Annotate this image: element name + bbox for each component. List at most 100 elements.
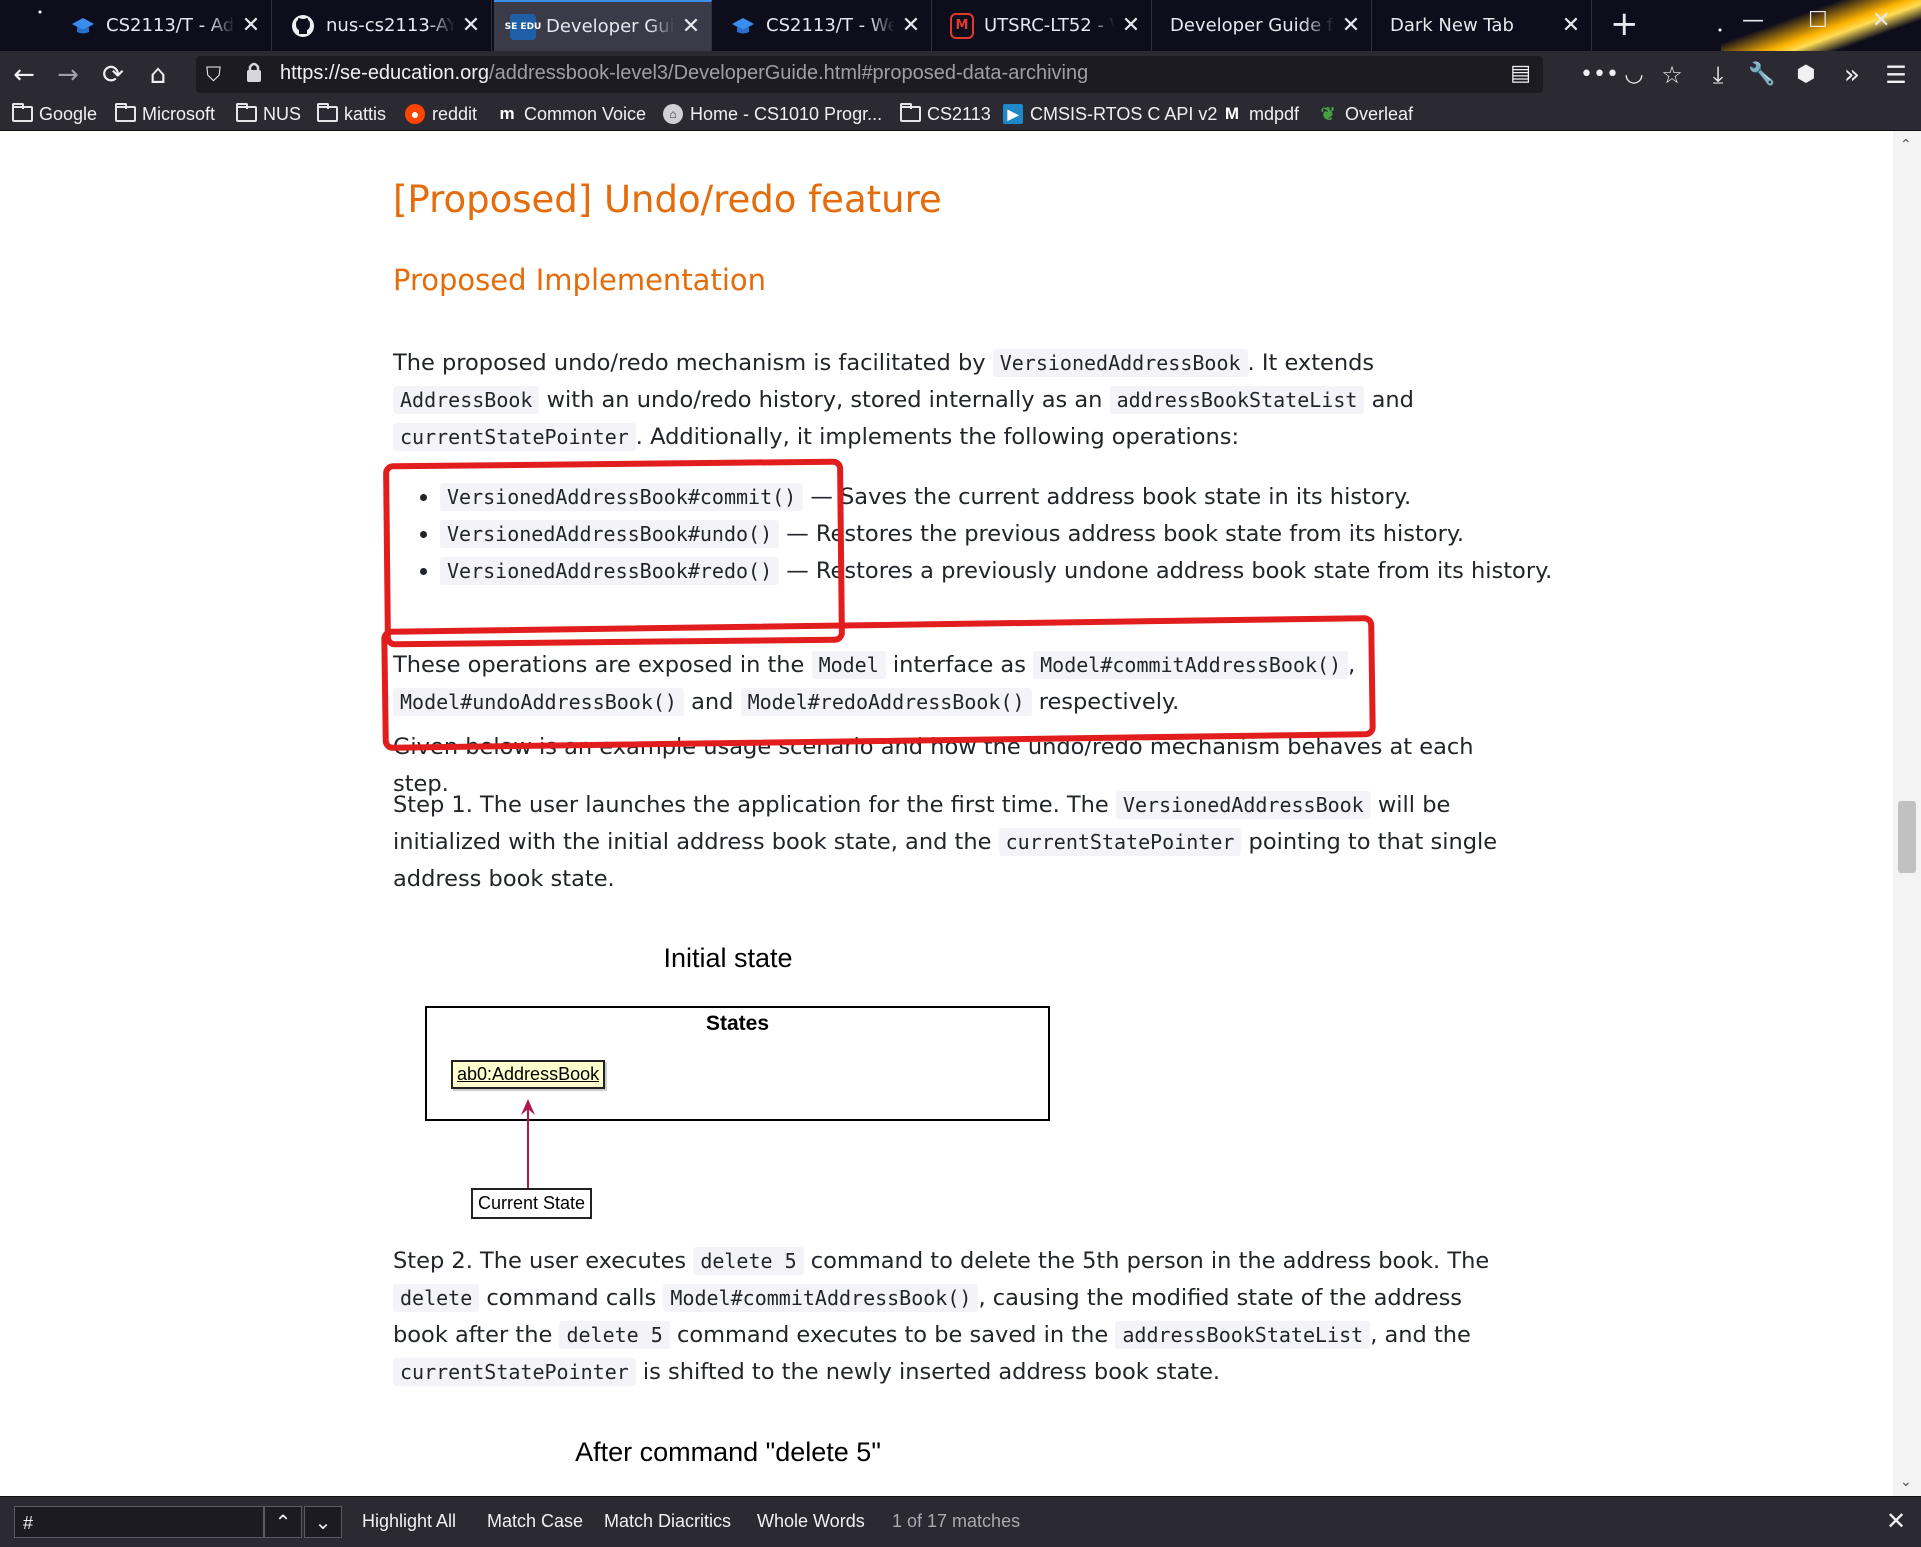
tab-github-repo[interactable]: nus-cs2113-AY2021S1 ✕ bbox=[274, 0, 492, 51]
inline-code: delete 5 bbox=[559, 1321, 670, 1349]
bookmark-star-icon[interactable]: ☆ bbox=[1654, 57, 1690, 93]
tab-title: CS2113/T - Week bbox=[766, 15, 895, 36]
close-tab-icon[interactable]: ✕ bbox=[241, 13, 261, 38]
folder-icon bbox=[115, 103, 136, 122]
section-heading: Proposed Implementation bbox=[393, 263, 767, 297]
folder-icon bbox=[12, 103, 33, 122]
match-diacritics-toggle[interactable]: Match Diacritics bbox=[604, 1511, 731, 1532]
extension-icon[interactable]: ⬢ bbox=[1788, 57, 1824, 93]
close-tab-icon[interactable]: ✕ bbox=[901, 13, 921, 38]
match-count-status: 1 of 17 matches bbox=[892, 1511, 1021, 1531]
bookmark-nus[interactable]: NUS bbox=[236, 102, 301, 126]
padlock-icon[interactable] bbox=[244, 60, 264, 88]
bookmarks-toolbar: Google Microsoft NUS kattis ● reddit m Com… bbox=[0, 98, 1921, 131]
close-tab-icon[interactable]: ✕ bbox=[681, 14, 701, 39]
close-find-bar-icon[interactable]: ✕ bbox=[1886, 1507, 1906, 1536]
whole-words-toggle[interactable]: Whole Words bbox=[757, 1511, 865, 1532]
bookmark-mdpdf[interactable]: Mmdpdf bbox=[1222, 102, 1299, 126]
back-arrow-icon[interactable]: ← bbox=[6, 57, 42, 93]
mortarboard-icon bbox=[730, 13, 756, 39]
home-site-icon: ⌂ bbox=[663, 104, 683, 124]
inline-code: delete bbox=[393, 1284, 480, 1312]
minimize-icon[interactable]: — bbox=[1742, 8, 1764, 33]
bookmark-reddit[interactable]: ● reddit bbox=[405, 102, 477, 126]
home-icon[interactable]: ⌂ bbox=[140, 57, 176, 93]
page-content: [Proposed] Undo/redo feature Proposed Im… bbox=[0, 131, 1921, 1496]
diagram-title: After command "delete 5" bbox=[575, 1437, 881, 1467]
close-window-icon[interactable]: ✕ bbox=[1872, 8, 1890, 33]
folder-icon bbox=[236, 103, 257, 122]
tab-bar: CS2113/T - Admin ✕ nus-cs2113-AY2021S1 ✕… bbox=[0, 0, 1921, 51]
intro-paragraph: The proposed undo/redo mechanism is faci… bbox=[393, 349, 1414, 451]
url-domain: https://se-education.org bbox=[280, 62, 490, 84]
initial-state-diagram: Initial state States ab0:AddressBook Cur… bbox=[393, 939, 1063, 1241]
bookmark-cs2113[interactable]: CS2113 bbox=[900, 102, 991, 126]
url-path: /addressbook-level3/DeveloperGuide.html#… bbox=[489, 62, 1089, 84]
tracking-shield-icon[interactable]: ⛉ bbox=[206, 62, 221, 86]
wrench-icon[interactable]: 🔧 bbox=[1744, 57, 1780, 93]
inline-code: currentStatePointer bbox=[393, 1358, 636, 1386]
tab-dark-new-tab[interactable]: Dark New Tab ✕ bbox=[1374, 0, 1592, 51]
tab-developer-guide-for[interactable]: Developer Guide for ✕ bbox=[1154, 0, 1372, 51]
inline-code: currentStatePointer bbox=[393, 423, 636, 451]
close-tab-icon[interactable]: ✕ bbox=[1341, 13, 1361, 38]
folder-icon bbox=[317, 103, 338, 122]
page-heading: [Proposed] Undo/redo feature bbox=[393, 178, 942, 221]
close-tab-icon[interactable]: ✕ bbox=[1121, 13, 1141, 38]
close-tab-icon[interactable]: ✕ bbox=[461, 13, 481, 38]
new-tab-plus-icon[interactable]: + bbox=[1610, 4, 1639, 44]
inline-code: addressBookStateList bbox=[1115, 1321, 1371, 1349]
overleaf-icon: ❦ bbox=[1320, 103, 1336, 124]
scrollbar-thumb[interactable] bbox=[1898, 801, 1916, 873]
bookmark-overleaf[interactable]: ❦ Overleaf bbox=[1318, 102, 1413, 126]
scroll-down-icon[interactable]: ⌄ bbox=[1900, 1474, 1912, 1490]
downloads-icon[interactable]: ⤓ bbox=[1700, 57, 1736, 93]
highlight-all-toggle[interactable]: Highlight All bbox=[362, 1511, 456, 1532]
find-input[interactable]: # bbox=[14, 1506, 264, 1538]
se-edu-icon: SE EDU bbox=[505, 13, 541, 40]
tab-cs2113-admin[interactable]: CS2113/T - Admin ✕ bbox=[54, 0, 272, 51]
scroll-up-icon[interactable]: ⌃ bbox=[1900, 137, 1912, 153]
red-annotation-model-interface bbox=[381, 615, 1376, 751]
bookmark-cmsis-rtos[interactable]: ▶ CMSIS-RTOS C API v2 bbox=[1003, 102, 1217, 126]
inline-code: VersionedAddressBook bbox=[1115, 791, 1371, 819]
tab-developer-guide[interactable]: SE EDU Developer Guide ✕ bbox=[494, 0, 712, 51]
folder-icon bbox=[900, 103, 921, 122]
overflow-chevron-icon[interactable]: » bbox=[1834, 57, 1870, 93]
bookmark-cs1010-home[interactable]: ⌂ Home - CS1010 Progr... bbox=[663, 102, 882, 126]
inline-code: AddressBook bbox=[393, 386, 540, 414]
close-tab-icon[interactable]: ✕ bbox=[1561, 13, 1581, 38]
mdpdf-icon: M bbox=[1224, 104, 1240, 123]
match-case-toggle[interactable]: Match Case bbox=[487, 1511, 583, 1532]
reader-view-icon[interactable]: ▤ bbox=[1510, 61, 1531, 86]
red-annotation-operations bbox=[383, 458, 845, 648]
mortarboard-icon bbox=[70, 13, 96, 39]
page-actions-more-icon[interactable]: ••• bbox=[1580, 57, 1619, 93]
tab-title: UTSRC-LT52 - Venue bbox=[984, 15, 1115, 36]
hamburger-menu-icon[interactable]: ☰ bbox=[1878, 57, 1914, 93]
after-delete-diagram: After command "delete 5" bbox=[393, 1431, 1063, 1496]
bookmark-kattis[interactable]: kattis bbox=[317, 102, 386, 126]
inline-code: VersionedAddressBook bbox=[992, 349, 1248, 377]
forward-arrow-icon[interactable]: → bbox=[50, 57, 86, 93]
vertical-scrollbar[interactable]: ⌃ ⌄ bbox=[1893, 131, 1921, 1496]
tab-cs2113-week[interactable]: CS2113/T - Week ✕ bbox=[714, 0, 932, 51]
cmsis-icon: ▶ bbox=[1003, 104, 1023, 124]
bookmark-common-voice[interactable]: m Common Voice bbox=[497, 102, 646, 126]
inline-code: delete 5 bbox=[693, 1247, 804, 1275]
pocket-icon[interactable]: ◡ bbox=[1616, 57, 1652, 93]
maximize-icon[interactable]: ☐ bbox=[1808, 8, 1828, 33]
find-previous-chevron-up-icon[interactable]: ⌃ bbox=[264, 1506, 302, 1538]
bookmark-microsoft[interactable]: Microsoft bbox=[115, 102, 215, 126]
reload-icon[interactable]: ⟳ bbox=[95, 57, 131, 93]
address-bar[interactable]: ⛉ https://se-education.org/addressbook-l… bbox=[196, 56, 1543, 93]
inline-code: addressBookStateList bbox=[1109, 386, 1365, 414]
navigation-toolbar: ← → ⟳ ⌂ ⛉ https://se-education.org/addre… bbox=[0, 51, 1921, 98]
tab-utsrc-venue[interactable]: M UTSRC-LT52 - Venue ✕ bbox=[934, 0, 1152, 51]
bookmark-google[interactable]: Google bbox=[12, 102, 97, 126]
tab-title: CS2113/T - Admin bbox=[106, 15, 235, 36]
find-next-chevron-down-icon[interactable]: ⌄ bbox=[304, 1506, 342, 1538]
step-2-paragraph: Step 2. The user executes delete 5 comma… bbox=[393, 1247, 1490, 1386]
github-icon bbox=[290, 13, 316, 39]
step-1-paragraph: Step 1. The user launches the applicatio… bbox=[393, 791, 1498, 892]
